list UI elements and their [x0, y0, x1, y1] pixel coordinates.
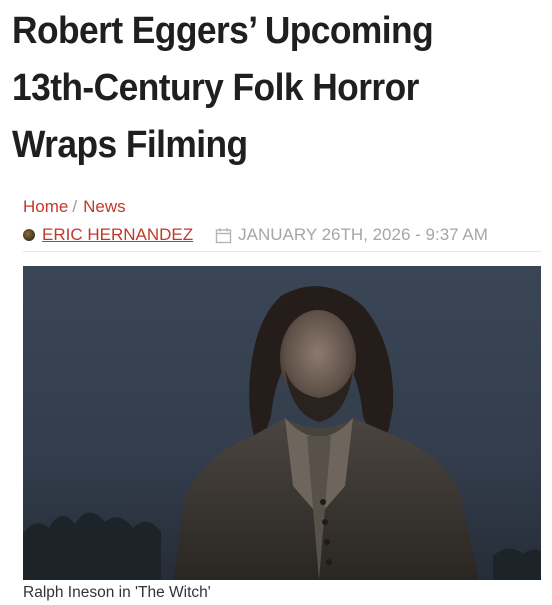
film-still-image — [23, 266, 541, 580]
image-caption: Ralph Ineson in 'The Witch' — [23, 584, 211, 601]
breadcrumb: Home / News — [23, 195, 541, 219]
author-avatar-icon — [23, 229, 35, 241]
article-meta: Home / News ERIC HERNANDEZ JANUARY 26TH, 2… — [23, 195, 541, 252]
meta-divider — [23, 251, 541, 252]
breadcrumb-separator: / — [72, 197, 78, 216]
publish-date: JANUARY 26TH, 2026 - 9:37 AM — [238, 225, 488, 244]
calendar-icon — [215, 227, 232, 243]
article-page: Robert Eggers’ Upcoming 13th-Century Fol… — [0, 0, 552, 605]
breadcrumb-news-link[interactable]: News — [83, 197, 126, 216]
article-title: Robert Eggers’ Upcoming 13th-Century Fol… — [12, 10, 434, 166]
author-link[interactable]: ERIC HERNANDEZ — [42, 223, 193, 247]
breadcrumb-home-link[interactable]: Home — [23, 197, 68, 216]
byline: ERIC HERNANDEZ JANUARY 26TH, 2026 - 9:37… — [23, 223, 488, 247]
article-image[interactable] — [23, 266, 541, 580]
